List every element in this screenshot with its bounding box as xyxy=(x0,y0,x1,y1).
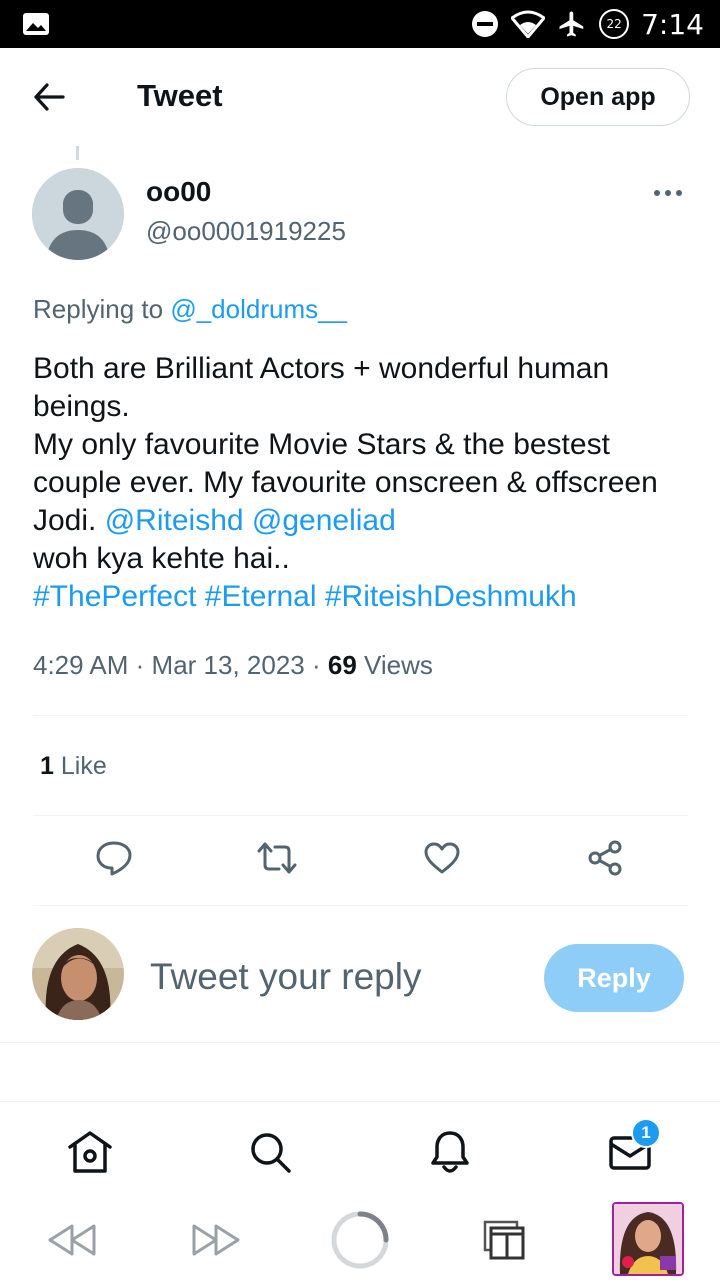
wifi-icon xyxy=(511,10,546,38)
share-icon xyxy=(588,840,622,876)
hashtags: #ThePerfect #Eternal #RiteishDeshmukh xyxy=(33,578,693,616)
hashtag-link[interactable]: #Eternal xyxy=(205,580,317,613)
default-avatar-icon xyxy=(32,168,124,260)
browser-tabs-button[interactable] xyxy=(478,1208,530,1272)
arrow-left-icon xyxy=(34,83,65,111)
more-options-button[interactable] xyxy=(648,180,688,206)
views-count: 69 xyxy=(327,650,357,680)
author-name[interactable]: oo00 xyxy=(146,176,211,208)
browser-back-button[interactable] xyxy=(44,1208,100,1272)
thread-line xyxy=(76,146,79,160)
notification-count: 22 xyxy=(606,17,622,31)
page-title: Tweet xyxy=(137,78,223,113)
notifications-icon xyxy=(431,1131,469,1173)
home-icon xyxy=(68,1131,112,1173)
back-button[interactable] xyxy=(28,78,70,116)
open-app-button[interactable]: Open app xyxy=(506,68,690,126)
status-time: 7:14 xyxy=(641,7,704,41)
mention-link[interactable]: @Riteishd xyxy=(105,504,244,537)
top-bar: Tweet Open app xyxy=(0,48,720,146)
nav-notifications[interactable] xyxy=(425,1128,475,1176)
divider xyxy=(33,815,688,816)
airplane-icon xyxy=(559,11,584,37)
messages-badge: 1 xyxy=(631,1118,661,1148)
comment-icon xyxy=(96,841,132,876)
replying-to: Replying to @_doldrums__ xyxy=(33,294,347,325)
separator: · xyxy=(311,650,328,680)
user-avatar[interactable] xyxy=(32,928,124,1020)
likes-label: Like xyxy=(60,752,107,780)
hashtag-link[interactable]: #ThePerfect xyxy=(33,580,196,613)
browser-forward-button[interactable] xyxy=(188,1208,244,1272)
dot-icon xyxy=(654,190,660,196)
replying-to-link[interactable]: @_doldrums__ xyxy=(170,294,347,324)
reply-button[interactable]: Reply xyxy=(544,944,684,1012)
divider xyxy=(33,715,688,716)
browser-profile-thumbnail[interactable] xyxy=(612,1202,684,1276)
tweet-text: Both are Brilliant Actors + wonderful hu… xyxy=(33,350,693,616)
nav-search[interactable] xyxy=(245,1128,295,1176)
reply-action-button[interactable] xyxy=(92,836,136,880)
rewind-icon xyxy=(48,1224,96,1256)
tweet-actions xyxy=(0,836,720,884)
browser-reload-button[interactable] xyxy=(328,1208,392,1272)
search-icon xyxy=(251,1133,291,1173)
author-handle[interactable]: @oo0001919225 xyxy=(146,216,346,247)
tweet-line: woh kya kehte hai.. xyxy=(33,542,290,575)
divider xyxy=(0,1042,720,1043)
nav-home[interactable] xyxy=(65,1128,115,1176)
dot-icon xyxy=(676,190,682,196)
notification-count-icon: 22 xyxy=(599,9,630,39)
retweet-action-button[interactable] xyxy=(255,836,299,880)
status-bar: 22 7:14 xyxy=(0,0,720,48)
user-photo xyxy=(32,928,124,1020)
author-avatar[interactable] xyxy=(32,168,124,260)
fast-forward-icon xyxy=(192,1224,240,1256)
separator: · xyxy=(135,650,152,680)
views-label: Views xyxy=(364,650,433,680)
replying-prefix: Replying to xyxy=(33,294,164,324)
like-action-button[interactable] xyxy=(420,836,464,880)
share-action-button[interactable] xyxy=(583,836,627,880)
bottom-navigation xyxy=(0,1102,720,1200)
tabs-icon xyxy=(483,1220,525,1260)
tweet-time[interactable]: 4:29 AM xyxy=(33,650,128,680)
retweet-icon xyxy=(257,842,297,874)
dot-icon xyxy=(665,190,671,196)
reply-input[interactable] xyxy=(150,952,520,1002)
heart-icon xyxy=(424,842,460,874)
mention-link[interactable]: @geneliad xyxy=(252,504,396,537)
likes-summary[interactable]: 1 Like xyxy=(40,752,107,781)
hashtag-link[interactable]: #RiteishDeshmukh xyxy=(325,580,577,613)
divider xyxy=(33,905,688,906)
thumbnail-image xyxy=(614,1204,682,1274)
gallery-icon xyxy=(23,13,49,35)
tweet-line: Both are Brilliant Actors + wonderful hu… xyxy=(33,352,610,423)
tweet-date[interactable]: Mar 13, 2023 xyxy=(152,650,305,680)
likes-count: 1 xyxy=(40,752,54,780)
tweet-meta: 4:29 AM · Mar 13, 2023 · 69 Views xyxy=(33,650,433,681)
do-not-disturb-icon xyxy=(472,11,499,37)
loading-icon xyxy=(331,1211,389,1269)
tweet-line: My only favourite Movie Stars & the best… xyxy=(33,426,693,540)
